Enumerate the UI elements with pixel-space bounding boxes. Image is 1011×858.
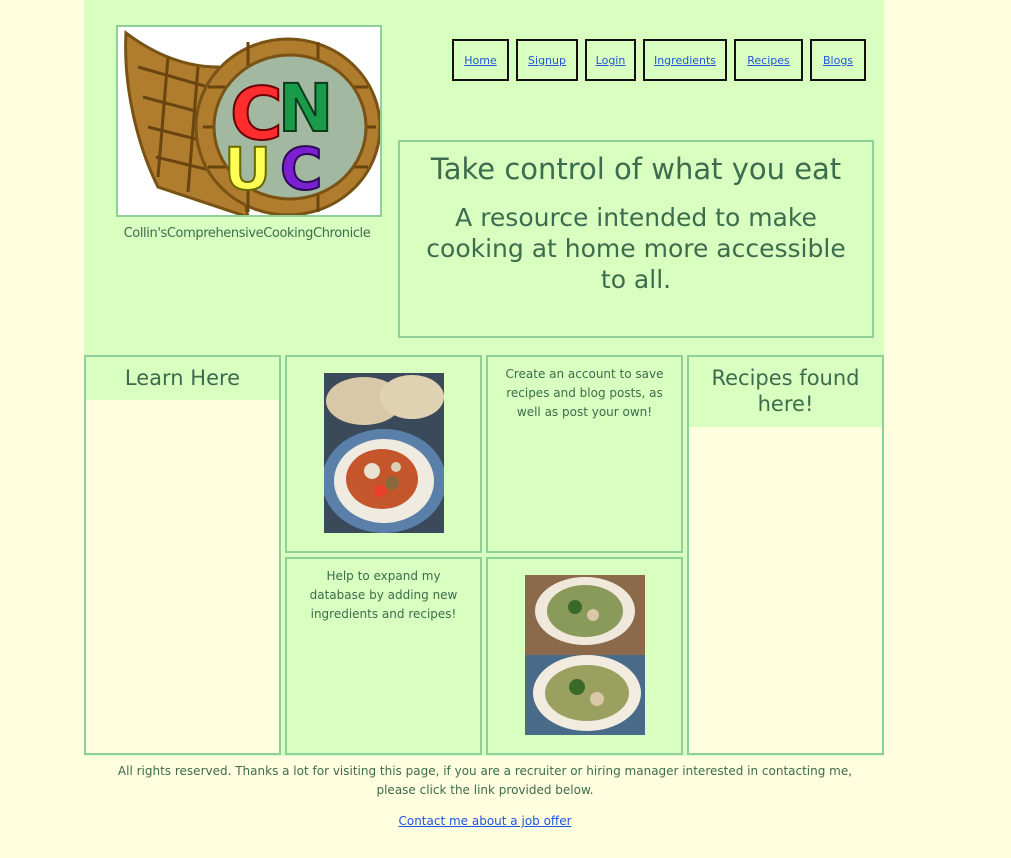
hero-subtitle: A resource intended to make cooking at h…: [426, 203, 846, 294]
main-container: C N U C Collin'sComprehensiveCookingChro…: [84, 0, 884, 756]
cornucopia-logo-icon: C N U C: [124, 30, 380, 215]
nav-blogs[interactable]: Blogs: [810, 39, 866, 81]
main-nav: Home Signup Login Ingredients Recipes Bl…: [452, 39, 866, 81]
food-photo-cell-1: [285, 355, 482, 553]
recipes-heading: Recipes found here!: [689, 357, 882, 427]
footer: All rights reserved. Thanks a lot for vi…: [100, 762, 870, 831]
contact-link[interactable]: Contact me about a job offer: [398, 812, 571, 831]
food-photo-1[interactable]: [323, 373, 444, 533]
food-photo-2[interactable]: [524, 575, 645, 735]
nav-signup[interactable]: Signup: [516, 39, 578, 81]
learn-panel: Learn Here: [84, 355, 281, 755]
account-info-cell: Create an account to save recipes and bl…: [486, 355, 683, 553]
recipes-panel: Recipes found here!: [687, 355, 884, 755]
nav-home[interactable]: Home: [452, 39, 509, 81]
nav-login[interactable]: Login: [585, 39, 636, 81]
svg-text:U: U: [224, 135, 271, 203]
account-info-text: Create an account to save recipes and bl…: [505, 367, 664, 419]
expand-info-cell: Help to expand my database by adding new…: [285, 557, 482, 755]
hero-panel: Take control of what you eat A resource …: [398, 140, 874, 338]
nav-recipes[interactable]: Recipes: [734, 39, 803, 81]
footer-text: All rights reserved. Thanks a lot for vi…: [117, 764, 853, 797]
food-photo-cell-2: [486, 557, 683, 755]
learn-heading: Learn Here: [86, 357, 279, 400]
svg-text:C: C: [280, 135, 323, 203]
expand-info-text: Help to expand my database by adding new…: [309, 569, 458, 621]
nav-ingredients[interactable]: Ingredients: [643, 39, 727, 81]
site-logo[interactable]: C N U C: [116, 25, 382, 217]
hero-title: Take control of what you eat: [430, 152, 842, 186]
site-name: Collin'sComprehensiveCookingChronicle: [123, 226, 371, 241]
